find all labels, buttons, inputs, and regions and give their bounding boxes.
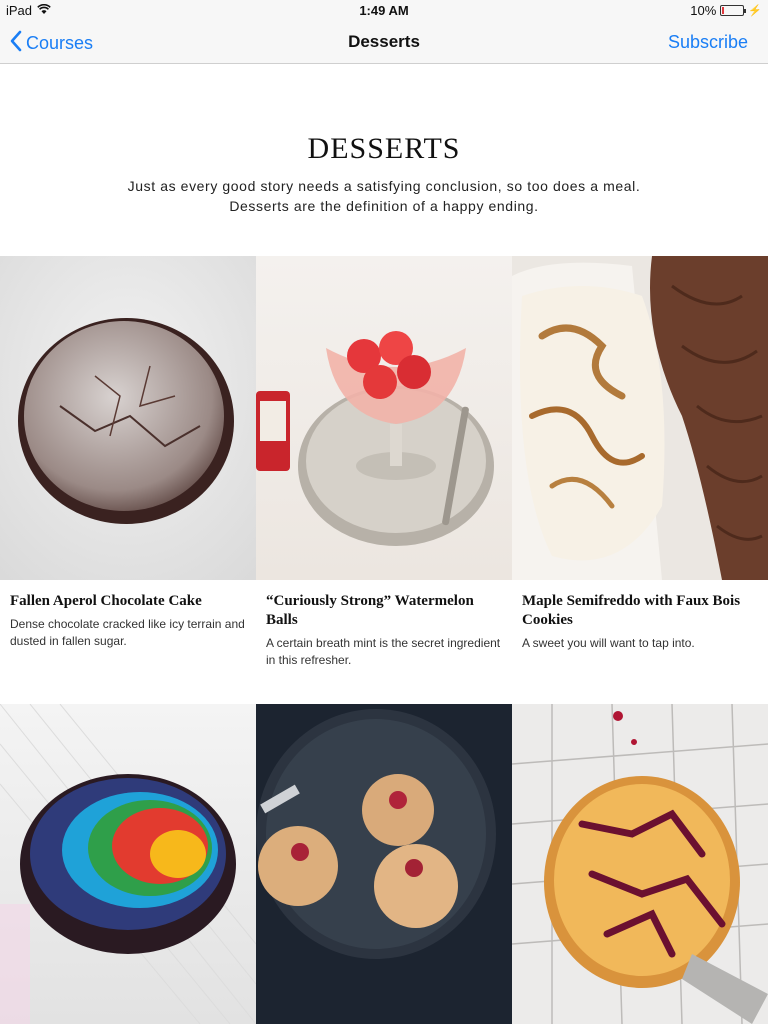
recipe-description: A certain breath mint is the secret ingr… <box>266 636 501 667</box>
recipe-photo <box>0 256 256 580</box>
navigation-bar: Courses Desserts Subscribe <box>0 20 768 64</box>
charging-icon: ⚡ <box>748 5 762 17</box>
recipe-card[interactable]: Maple Semifreddo with Faux Bois Cookies … <box>512 256 768 652</box>
page-description: Just as every good story needs a satisfy… <box>127 178 641 214</box>
recipe-photo <box>512 256 768 580</box>
recipe-photo <box>256 704 512 1024</box>
battery-percent: 10% <box>690 3 717 18</box>
recipe-card[interactable]: “Curiously Strong” Watermelon Balls A ce… <box>256 256 512 669</box>
nav-title: Desserts <box>348 32 420 51</box>
section-header: DESSERTS Just as every good story needs … <box>0 64 768 256</box>
clock: 1:49 AM <box>359 3 409 18</box>
recipe-description: Dense chocolate cracked like icy terrain… <box>10 617 245 648</box>
recipe-card[interactable]: Fallen Aperol Chocolate Cake Dense choco… <box>0 256 256 650</box>
recipe-card[interactable] <box>0 704 256 1024</box>
recipe-card[interactable] <box>512 704 768 1024</box>
page-title: DESSERTS <box>307 132 461 165</box>
status-bar: iPad 1:49 AM 10% ⚡ <box>0 0 768 20</box>
battery-icon <box>720 5 747 16</box>
recipe-photo <box>0 704 256 1024</box>
recipe-description: A sweet you will want to tap into. <box>522 636 695 650</box>
recipe-photo <box>256 256 512 580</box>
recipe-title: Fallen Aperol Chocolate Cake <box>10 593 202 609</box>
recipe-title: “Curiously Strong” Watermelon Balls <box>266 593 474 628</box>
recipe-photo <box>512 704 768 1024</box>
recipe-title: Maple Semifreddo with Faux Bois Cookies <box>522 593 741 628</box>
subscribe-button[interactable]: Subscribe <box>668 32 748 53</box>
recipe-card[interactable] <box>256 704 512 1024</box>
